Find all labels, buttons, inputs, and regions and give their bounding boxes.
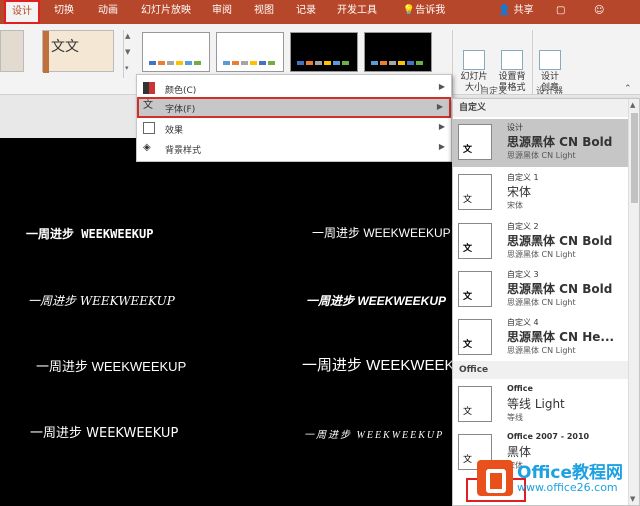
scrollbar-thumb[interactable] <box>631 113 638 203</box>
font-theme-custom-4[interactable]: 文 自定义 4 思源黑体 CN He... 思源黑体 CN Light <box>453 314 629 362</box>
watermark: Office教程网 www.office26.com <box>473 452 640 506</box>
menu-item-colors[interactable]: 颜色(C) ▶ <box>137 78 451 99</box>
effects-icon <box>143 122 155 134</box>
group-separator <box>532 30 533 94</box>
font-sample: 一周进步 WEEKWEEKUP <box>26 227 154 241</box>
tell-me-search[interactable]: 💡告诉我 <box>396 0 452 24</box>
design-ideas-icon <box>539 50 561 70</box>
font-sample: 一周进步 WEEKWEEKUP <box>30 426 179 441</box>
font-preview-thumb: 文 <box>458 223 492 259</box>
font-preview-thumb: 文 <box>458 319 492 355</box>
font-icon: 文 <box>143 100 153 111</box>
submenu-arrow-icon: ▶ <box>438 122 445 131</box>
theme-thumb-1[interactable]: 文文 <box>42 30 114 73</box>
font-sample: 一周进步 WEEKWEEKUP <box>302 357 476 374</box>
font-sample: 一周进步 WEEKWEEKUP <box>28 294 175 308</box>
tab-developer[interactable]: 开发工具 <box>332 0 382 24</box>
variant-3[interactable] <box>290 32 358 72</box>
font-theme-custom-1[interactable]: 文 自定义 1 宋体 宋体 <box>453 169 629 217</box>
powerpoint-window: 设计 切换 动画 幻灯片放映 审阅 视图 记录 开发工具 💡告诉我 👤 共享 ▢… <box>0 0 640 506</box>
variant-4[interactable] <box>364 32 432 72</box>
theme-thumb-0[interactable] <box>0 30 24 72</box>
tab-view[interactable]: 视图 <box>248 0 280 24</box>
variant-1[interactable] <box>142 32 210 72</box>
share-button[interactable]: 👤 共享 <box>498 0 546 24</box>
paint-bucket-icon: ◈ <box>143 142 151 153</box>
font-sample: 一周进步 WEEKWEEKUP <box>304 430 445 441</box>
smiley-icon[interactable]: ☺ <box>594 0 610 24</box>
font-sample: 一周进步 WEEKWEEKUP <box>312 226 451 240</box>
font-sample: 一周进步 WEEKWEEKUP <box>306 294 447 308</box>
tab-transitions[interactable]: 切换 <box>48 0 80 24</box>
tab-slideshow[interactable]: 幻灯片放映 <box>136 0 196 24</box>
theme-gallery-scroll[interactable]: ▲ ▼ ▾ <box>123 30 133 78</box>
font-sample: 一周进步 WEEKWEEKUP <box>36 359 187 374</box>
slide-size-icon <box>463 50 485 70</box>
collapse-ribbon-icon[interactable]: ⌃ <box>624 84 632 94</box>
section-header-custom: 自定义 <box>453 99 629 117</box>
section-header-office: Office <box>453 361 629 379</box>
font-preview-thumb: 文 <box>458 386 492 422</box>
color-palette-icon <box>143 82 155 94</box>
menu-item-background-styles[interactable]: ◈ 背景样式 ▶ <box>137 138 451 159</box>
office-logo-icon <box>477 460 513 496</box>
font-preview-thumb: 文 <box>458 124 492 160</box>
tab-review[interactable]: 审阅 <box>206 0 238 24</box>
submenu-arrow-icon: ▶ <box>436 102 443 111</box>
theme-fonts-flyout: 自定义 文 设计 思源黑体 CN Bold 思源黑体 CN Light 文 自定… <box>452 98 640 506</box>
font-theme-design[interactable]: 文 设计 思源黑体 CN Bold 思源黑体 CN Light <box>453 119 629 167</box>
font-theme-custom-2[interactable]: 文 自定义 2 思源黑体 CN Bold 思源黑体 CN Light <box>453 218 629 266</box>
scroll-up-icon[interactable]: ▲ <box>630 101 635 109</box>
flyout-scrollbar[interactable]: ▲ ▼ <box>628 99 639 505</box>
font-theme-office[interactable]: 文 Office 等线 Light 等线 <box>453 381 629 429</box>
group-separator <box>452 30 453 94</box>
lightbulb-icon: 💡 <box>402 5 416 16</box>
submenu-arrow-icon: ▶ <box>438 142 445 151</box>
tab-record[interactable]: 记录 <box>290 0 322 24</box>
comment-icon[interactable]: ▢ <box>556 0 572 24</box>
tab-design[interactable]: 设计 <box>4 0 40 24</box>
menu-item-effects[interactable]: 效果 ▶ <box>137 118 451 139</box>
variants-dropdown-menu: 颜色(C) ▶ 文 字体(F) ▶ 效果 ▶ ◈ 背景样式 ▶ <box>136 74 452 162</box>
menu-item-fonts[interactable]: 文 字体(F) ▶ <box>137 97 451 118</box>
font-preview-thumb: 文 <box>458 174 492 210</box>
submenu-arrow-icon: ▶ <box>438 82 445 91</box>
variant-2[interactable] <box>216 32 284 72</box>
tab-animations[interactable]: 动画 <box>92 0 124 24</box>
font-theme-custom-3[interactable]: 文 自定义 3 思源黑体 CN Bold 思源黑体 CN Light <box>453 266 629 314</box>
format-background-icon <box>501 50 523 70</box>
person-icon: 👤 <box>498 5 514 16</box>
font-preview-thumb: 文 <box>458 271 492 307</box>
ribbon-tab-bar: 设计 切换 动画 幻灯片放映 审阅 视图 记录 开发工具 💡告诉我 👤 共享 ▢… <box>0 0 640 24</box>
